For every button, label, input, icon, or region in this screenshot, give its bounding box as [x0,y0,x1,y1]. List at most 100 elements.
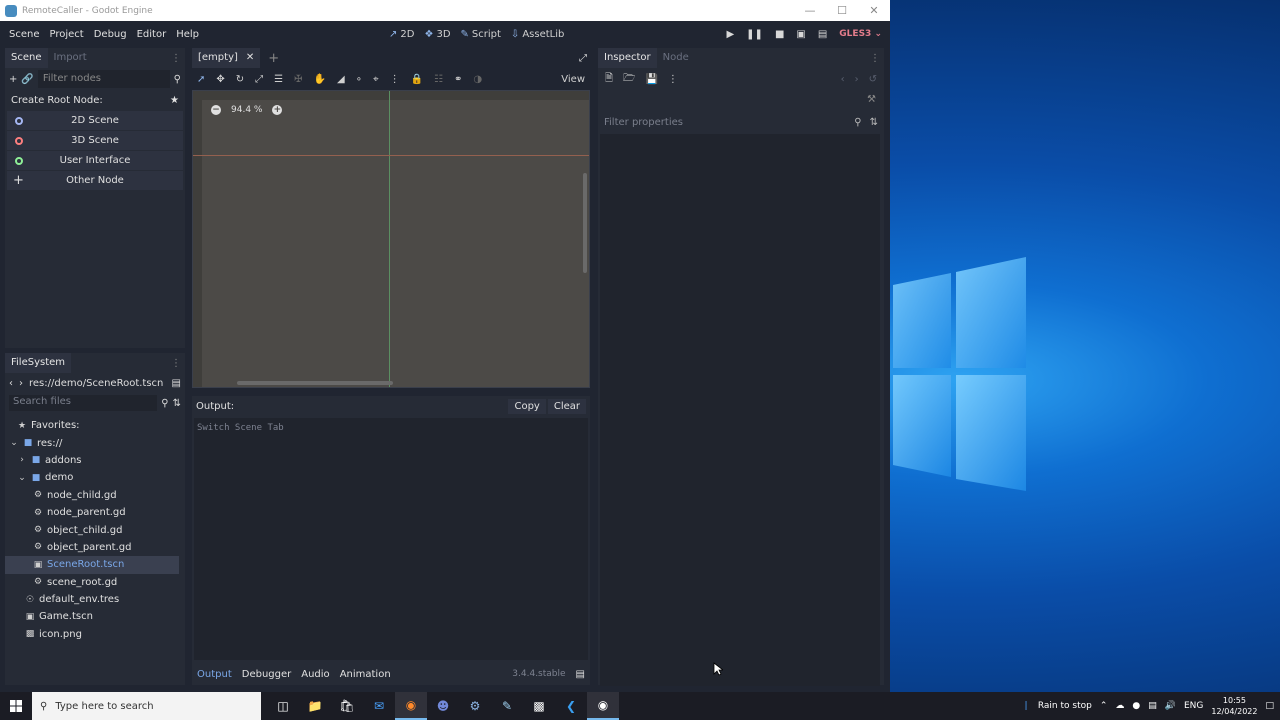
close-tab-icon[interactable]: ✕ [246,48,254,68]
select-tool-icon[interactable]: ➚ [197,74,205,85]
tab-import[interactable]: Import [48,48,93,68]
scale-tool-icon[interactable]: ⤢ [255,74,263,85]
tree-item-demo[interactable]: ⌄ ■ demo [5,469,185,486]
tab-debugger[interactable]: Debugger [242,669,292,680]
favorite-star-icon[interactable]: ★ [170,95,179,106]
object-tools-icon[interactable]: ⚒ [867,94,876,105]
mail-icon[interactable]: ✉ [363,692,395,720]
list-select-icon[interactable]: ☰ [274,74,283,85]
snap-options-icon[interactable]: ⋮ [390,74,400,85]
microphone-icon[interactable]: ● [1132,701,1140,711]
add-tab-icon[interactable]: + [268,51,279,66]
back-icon[interactable]: ‹ [9,378,13,389]
dock-menu-icon[interactable]: ⋮ [870,53,884,64]
other-node-button[interactable]: + Other Node [7,171,183,190]
play-custom-scene-icon[interactable]: ▤ [818,29,827,40]
horizontal-scrollbar[interactable] [237,381,393,385]
expand-panel-icon[interactable]: ▤ [576,669,585,680]
start-button[interactable] [0,692,32,720]
tree-item-addons[interactable]: › ■ addons [5,452,185,469]
zoom-in-icon[interactable]: + [272,105,283,115]
filter-properties-input[interactable]: Filter properties [604,117,683,128]
minimize-icon[interactable]: — [794,4,826,17]
tree-item-node-parent[interactable]: ⚙ node_parent.gd [5,504,185,521]
split-view-icon[interactable]: ▤ [172,378,181,389]
move-tool-icon[interactable]: ✥ [216,74,224,85]
mode-3d-button[interactable]: ❖ 3D [424,29,450,40]
copy-button[interactable]: Copy [508,398,546,414]
mode-2d-button[interactable]: ↗ 2D [389,29,414,40]
tree-item-res[interactable]: ⌄ ■ res:// [5,434,185,451]
menu-editor[interactable]: Editor [132,29,172,40]
play-icon[interactable]: ▶ [726,29,734,40]
tree-item-game-tscn[interactable]: ▣ Game.tscn [5,608,185,625]
tab-scene[interactable]: Scene [5,48,48,68]
more-options-icon[interactable]: ⋮ [668,74,678,85]
menu-help[interactable]: Help [171,29,204,40]
menu-scene[interactable]: Scene [4,29,45,40]
tree-item-object-child[interactable]: ⚙ object_child.gd [5,521,185,538]
zoom-level[interactable]: 94.4 % [231,105,262,115]
smart-snap-icon[interactable]: ∘ [356,74,362,85]
notifications-icon[interactable]: □ [1265,701,1274,711]
tab-output[interactable]: Output [197,669,232,680]
volume-icon[interactable]: 🔊 [1165,701,1176,711]
assetlib-button[interactable]: ⇩ AssetLib [511,29,564,40]
vscode-icon[interactable]: ❮ [555,692,587,720]
search-files-input[interactable]: Search files [9,395,158,411]
view-menu[interactable]: View [561,74,585,85]
task-view-icon[interactable]: ◫ [267,692,299,720]
menu-project[interactable]: Project [45,29,89,40]
firefox-icon[interactable]: ◉ [395,692,427,720]
clear-button[interactable]: Clear [547,398,586,414]
tree-item-sceneroot-tscn[interactable]: ▣ SceneRoot.tscn [5,556,179,574]
bone-icon[interactable]: ⚭ [454,74,462,85]
file-explorer-icon[interactable]: 📁 [299,692,331,720]
path-field[interactable]: res://demo/SceneRoot.tscn [29,378,163,389]
tab-node[interactable]: Node [657,48,695,68]
save-icon[interactable]: 💾 [645,74,657,85]
tab-animation[interactable]: Animation [340,669,391,680]
rotate-tool-icon[interactable]: ↻ [236,74,244,85]
dock-menu-icon[interactable]: ⋮ [171,358,185,369]
taskbar-search[interactable]: ⚲ Type here to search [32,692,261,720]
history-forward-icon[interactable]: › [855,74,859,85]
tree-item-favorites[interactable]: ★ Favorites: [5,417,185,434]
sort-icon[interactable]: ⇅ [173,398,181,409]
maximize-icon[interactable]: ☐ [826,4,858,17]
ruler-icon[interactable]: ◢ [337,74,345,85]
tree-item-object-parent[interactable]: ⚙ object_parent.gd [5,539,185,556]
history-icon[interactable]: ↺ [869,74,877,85]
taskbar-search-input[interactable]: Type here to search [55,701,153,712]
play-scene-icon[interactable]: ▣ [796,29,805,40]
add-node-icon[interactable]: + [9,74,17,85]
forward-icon[interactable]: › [19,378,23,389]
history-back-icon[interactable]: ‹ [841,74,845,85]
2d-scene-button[interactable]: 2D Scene [7,111,183,130]
pivot-icon[interactable]: ✠ [294,74,302,85]
tab-filesystem[interactable]: FileSystem [5,353,72,373]
tab-audio[interactable]: Audio [301,669,329,680]
camera-override-icon[interactable]: ◑ [473,74,482,85]
vertical-scrollbar[interactable] [583,173,587,273]
user-interface-button[interactable]: User Interface [7,151,183,170]
network-icon[interactable]: ▤ [1148,701,1157,711]
dock-menu-icon[interactable]: ⋮ [171,53,185,64]
store-icon[interactable]: 🛍 [331,692,363,720]
close-icon[interactable]: ✕ [858,4,890,17]
distraction-free-icon[interactable]: ⤢ [579,53,590,64]
terminal-icon[interactable]: ▩ [523,692,555,720]
weather-text[interactable]: Rain to stop [1038,701,1092,711]
link-icon[interactable]: 🔗 [21,74,33,85]
onedrive-icon[interactable]: ☁ [1115,701,1124,711]
menu-debug[interactable]: Debug [89,29,132,40]
notepad-icon[interactable]: ✎ [491,692,523,720]
discord-icon[interactable]: ☻ [427,692,459,720]
chevron-up-icon[interactable]: ⌃ [1100,701,1108,711]
3d-scene-button[interactable]: 3D Scene [7,131,183,150]
open-folder-icon[interactable]: 🗁 [623,71,635,88]
group-icon[interactable]: ☷ [434,74,443,85]
clock[interactable]: 10:55 12/04/2022 [1211,695,1257,717]
language-indicator[interactable]: ENG [1184,701,1203,711]
lock-icon[interactable]: 🔒 [411,74,423,85]
